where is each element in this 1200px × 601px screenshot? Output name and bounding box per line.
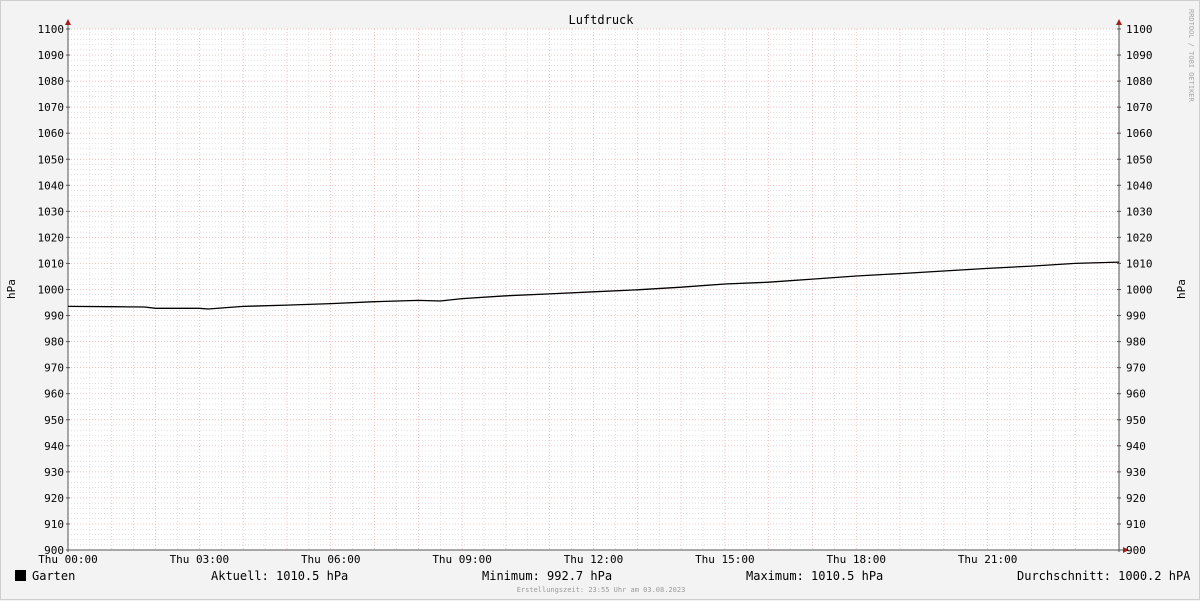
y-tick-label-right: 1040 <box>1126 179 1153 192</box>
y-axis-label-left: hPa <box>5 279 18 299</box>
y-tick-label-right: 1100 <box>1126 23 1153 36</box>
y-tick-label-left: 920 <box>44 492 64 505</box>
y-tick-label-left: 1040 <box>38 179 65 192</box>
chart-title: Luftdruck <box>568 13 634 27</box>
y-tick-label-left: 1030 <box>38 205 65 218</box>
y-tick-label-right: 990 <box>1126 310 1146 323</box>
x-tick-label: Thu 06:00 <box>301 553 361 566</box>
x-tick-label: Thu 12:00 <box>564 553 624 566</box>
y-tick-label-left: 960 <box>44 388 64 401</box>
y-tick-label-left: 940 <box>44 440 64 453</box>
legend-series: Garten <box>15 569 75 583</box>
y-tick-label-left: 910 <box>44 518 64 531</box>
y-axis-label-right: hPa <box>1175 279 1188 299</box>
legend-swatch <box>15 570 26 581</box>
y-tick-label-left: 1010 <box>38 257 65 270</box>
y-tick-label-right: 1050 <box>1126 153 1153 166</box>
y-tick-label-left: 1060 <box>38 127 65 140</box>
y-tick-label-right: 970 <box>1126 362 1146 375</box>
y-axis-arrow-left <box>65 19 71 25</box>
y-tick-label-right: 1090 <box>1126 49 1153 62</box>
x-tick-label: Thu 18:00 <box>826 553 886 566</box>
y-tick-label-right: 910 <box>1126 518 1146 531</box>
rrdtool-watermark: RRDTOOL / TOBI OETIKER <box>1187 9 1195 102</box>
y-tick-label-right: 960 <box>1126 388 1146 401</box>
y-tick-label-right: 920 <box>1126 492 1146 505</box>
x-tick-label: Thu 00:00 <box>38 553 98 566</box>
y-tick-label-right: 1000 <box>1126 284 1153 297</box>
x-tick-label: Thu 15:00 <box>695 553 755 566</box>
y-tick-label-left: 1020 <box>38 231 65 244</box>
y-tick-label-left: 980 <box>44 336 64 349</box>
y-tick-label-left: 1080 <box>38 75 65 88</box>
y-tick-label-left: 1070 <box>38 101 65 114</box>
legend-durchschnitt: Durchschnitt: 1000.2 hPA <box>1017 569 1191 583</box>
y-tick-label-right: 940 <box>1126 440 1146 453</box>
y-tick-label-left: 930 <box>44 466 64 479</box>
y-tick-label-right: 1080 <box>1126 75 1153 88</box>
y-tick-label-right: 900 <box>1126 544 1146 557</box>
y-axis-arrow-right <box>1116 19 1122 25</box>
legend-minimum: Minimum: 992.7 hPa <box>482 569 613 583</box>
x-tick-label: Thu 03:00 <box>170 553 230 566</box>
chart-window: 900 900 910 910 920 920 930 930 940 940 950 950 960 9… <box>0 0 1200 600</box>
y-tick-label-left: 1090 <box>38 49 65 62</box>
y-tick-label-left: 990 <box>44 310 64 323</box>
legend-maximum: Maximum: 1010.5 hPa <box>746 569 884 583</box>
y-tick-label-left: 1100 <box>38 23 65 36</box>
y-tick-label-right: 950 <box>1126 414 1146 427</box>
y-tick-label-right: 1030 <box>1126 205 1153 218</box>
x-tick-label: Thu 09:00 <box>432 553 492 566</box>
y-tick-label-left: 1050 <box>38 153 65 166</box>
y-tick-label-left: 970 <box>44 362 64 375</box>
y-tick-label-right: 1070 <box>1126 101 1153 114</box>
y-tick-label-left: 1000 <box>38 284 65 297</box>
pressure-chart: 900 900910 910920 920930 930940 940950 950960 9… <box>5 13 1188 566</box>
y-tick-label-right: 1010 <box>1126 257 1153 270</box>
y-tick-label-left: 950 <box>44 414 64 427</box>
y-tick-label-right: 980 <box>1126 336 1146 349</box>
legend-aktuell: Aktuell: 1010.5 hPa <box>211 569 349 583</box>
creation-time-footer: Erstellungszeit: 23:55 Uhr am 03.08.2023 <box>516 586 686 594</box>
legend-series-name: Garten <box>32 569 76 583</box>
y-tick-label-right: 1060 <box>1126 127 1153 140</box>
x-tick-label: Thu 21:00 <box>958 553 1018 566</box>
y-tick-label-right: 930 <box>1126 466 1146 479</box>
y-tick-label-right: 1020 <box>1126 231 1153 244</box>
